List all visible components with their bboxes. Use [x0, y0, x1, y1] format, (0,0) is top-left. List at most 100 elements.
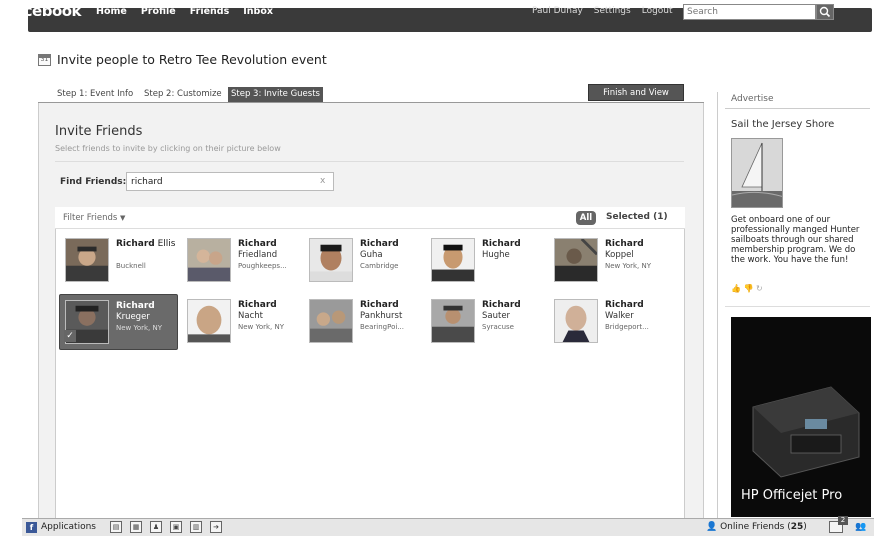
friend-last-name: Friedland: [238, 250, 278, 260]
friend-last-name: Sauter: [482, 311, 511, 321]
friend-tile[interactable]: Richard Ellis Bucknell: [60, 233, 178, 287]
search-input[interactable]: [683, 4, 816, 20]
friend-network: Bridgeport...: [605, 323, 649, 331]
invite-friends-title: Invite Friends: [55, 124, 143, 139]
settings-link[interactable]: Settings: [594, 6, 631, 16]
friend-tile[interactable]: Richard Sauter Syracuse: [426, 294, 544, 348]
user-name-link[interactable]: Paul Dunay: [532, 6, 583, 16]
friend-first-name: Richard: [482, 239, 521, 249]
facebook-app-icon[interactable]: f: [26, 522, 37, 533]
ad-banner-text: HP Officejet Pro: [741, 488, 843, 503]
facebook-logo[interactable]: facebook: [8, 2, 82, 20]
ad-body-text: Get onboard one of our professionally ma…: [731, 215, 860, 265]
friend-photo[interactable]: [554, 299, 598, 343]
friend-network: New York, NY: [238, 323, 285, 331]
friend-photo[interactable]: [65, 238, 109, 282]
events-icon[interactable]: ▣: [170, 521, 182, 533]
chevron-down-icon[interactable]: ▼: [120, 214, 125, 222]
photos-icon[interactable]: ▤: [110, 521, 122, 533]
friend-tile[interactable]: Richard Guha Cambridge: [304, 233, 422, 287]
friend-first-name: Richard: [360, 300, 399, 310]
friend-last-name: Koppel: [605, 250, 634, 260]
friend-tile-selected[interactable]: ✓ Richard Krueger New York, NY: [59, 294, 178, 350]
friend-tile[interactable]: Richard Friedland Poughkeeps...: [182, 233, 300, 287]
friend-first-name: Richard: [360, 239, 399, 249]
column-divider: [717, 92, 718, 522]
friend-tile[interactable]: Richard Nacht New York, NY: [182, 294, 300, 348]
nav-friends[interactable]: Friends: [190, 6, 229, 17]
clear-search-icon[interactable]: x: [320, 176, 325, 186]
friend-last-name: Guha: [360, 250, 383, 260]
friend-photo[interactable]: [554, 238, 598, 282]
page-title: Invite people to Retro Tee Revolution ev…: [57, 52, 327, 67]
online-friends-button[interactable]: 👤 Online Friends (25): [706, 522, 807, 532]
friend-photo[interactable]: [187, 238, 231, 282]
friend-first-name: Richard: [238, 300, 277, 310]
friend-first-name: Richard Ellis: [116, 239, 176, 249]
friend-first-name: Richard: [238, 239, 277, 249]
friend-photo[interactable]: [431, 299, 475, 343]
friend-last-name: Krueger: [116, 312, 150, 322]
find-friends-label: Find Friends:: [60, 177, 127, 187]
finish-and-view-button[interactable]: Finish and View: [588, 84, 684, 101]
selected-filter-link[interactable]: Selected (1): [606, 212, 668, 222]
friend-photo[interactable]: [431, 238, 475, 282]
friend-network: Bucknell: [116, 262, 146, 270]
friend-first-name: Richard: [605, 239, 644, 249]
friend-last-name: Pankhurst: [360, 311, 403, 321]
nav-inbox[interactable]: Inbox: [243, 6, 273, 17]
calendar-icon: 31: [38, 54, 51, 66]
friend-last-name: Walker: [605, 311, 634, 321]
divider: [55, 161, 684, 162]
tab-invite-guests[interactable]: Step 3: Invite Guests: [228, 87, 323, 102]
main-nav: Home Profile Friends Inbox: [96, 6, 273, 17]
divider: [725, 108, 870, 109]
friend-network: New York, NY: [605, 262, 652, 270]
ad-like-icons[interactable]: 👍 👎 ↻: [731, 284, 763, 293]
checkmark-icon: ✓: [64, 330, 76, 342]
ad-title[interactable]: Sail the Jersey Shore: [731, 119, 834, 130]
friend-first-name: Richard: [116, 301, 155, 311]
arrow-right-icon[interactable]: ➔: [210, 521, 222, 533]
tab-event-info[interactable]: Step 1: Event Info: [54, 87, 136, 102]
applications-button[interactable]: Applications: [41, 522, 96, 532]
friend-network: New York, NY: [116, 324, 163, 332]
friend-network: Poughkeeps...: [238, 262, 287, 270]
friend-last-name: Hughe: [482, 250, 510, 260]
friend-first-name: Richard: [605, 300, 644, 310]
all-filter-button[interactable]: All: [576, 211, 596, 225]
friend-tile[interactable]: Richard Pankhurst BearingPoi...: [304, 294, 422, 348]
search-button[interactable]: [816, 4, 834, 20]
logout-link[interactable]: Logout: [642, 6, 673, 16]
friend-network: BearingPoi...: [360, 323, 404, 331]
advertise-link[interactable]: Advertise: [731, 94, 774, 104]
nav-profile[interactable]: Profile: [141, 6, 176, 17]
search-icon: [819, 6, 831, 18]
friend-last-name: Nacht: [238, 311, 263, 321]
groups-icon[interactable]: ♟: [150, 521, 162, 533]
friend-requests-icon[interactable]: 👥: [855, 522, 866, 532]
ad-image-printer[interactable]: [731, 317, 871, 517]
tab-customize[interactable]: Step 2: Customize: [141, 87, 225, 102]
friend-tile[interactable]: Richard Hughe: [426, 233, 544, 287]
notes-icon[interactable]: ▦: [130, 521, 142, 533]
friend-photo[interactable]: [309, 238, 353, 282]
divider: [725, 306, 870, 307]
friend-tile[interactable]: Richard Walker Bridgeport...: [549, 294, 667, 348]
person-icon: 👤: [706, 522, 718, 532]
friend-photo[interactable]: [309, 299, 353, 343]
friend-first-name: Richard: [482, 300, 521, 310]
video-icon[interactable]: ▥: [190, 521, 202, 533]
friend-network: Cambridge: [360, 262, 399, 270]
bottom-shortcuts: ▤ ▦ ♟ ▣ ▥ ➔: [110, 521, 222, 533]
friend-tile[interactable]: Richard Koppel New York, NY: [549, 233, 667, 287]
account-nav: Paul Dunay Settings Logout: [532, 6, 673, 16]
friend-photo[interactable]: [187, 299, 231, 343]
notification-badge: 2: [838, 516, 848, 525]
find-friends-input[interactable]: [126, 172, 334, 191]
friend-network: Syracuse: [482, 323, 514, 331]
ad-image-sailboat[interactable]: [731, 138, 783, 208]
invite-friends-subtitle: Select friends to invite by clicking on …: [55, 144, 281, 153]
filter-friends-dropdown[interactable]: Filter Friends: [63, 213, 117, 223]
nav-home[interactable]: Home: [96, 6, 127, 17]
